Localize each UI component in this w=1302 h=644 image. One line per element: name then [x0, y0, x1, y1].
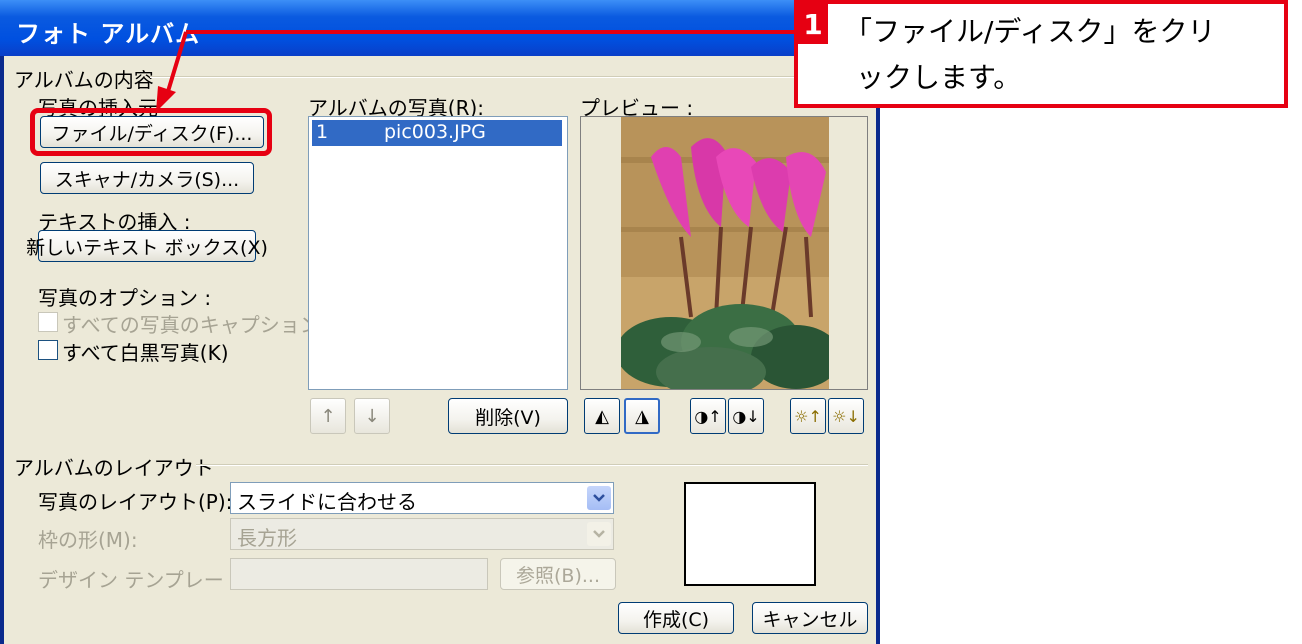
step-number-badge: 1 — [798, 4, 828, 44]
browse-button[interactable]: 参照(B)... — [500, 558, 616, 590]
bw-checkbox-label: すべて白黒写真(K) — [62, 341, 229, 365]
new-textbox-button[interactable]: 新しいテキスト ボックス(X) — [26, 230, 268, 262]
contrast-up-icon: ◑↑ — [694, 406, 722, 426]
caption-checkbox[interactable] — [38, 312, 58, 332]
cancel-button[interactable]: キャンセル — [752, 602, 868, 634]
design-template-input[interactable] — [230, 558, 488, 590]
move-up-arrow-icon: ↑ — [320, 405, 336, 427]
chevron-down-icon[interactable] — [587, 522, 611, 546]
move-down-arrow-icon: ↓ — [364, 405, 380, 427]
rotate-left-button[interactable]: ◭ — [584, 398, 620, 434]
frame-shape-select[interactable]: 長方形 — [230, 518, 614, 550]
create-button[interactable]: 作成(C) — [618, 602, 734, 634]
callout-line-1: 「ファイル/ディスク」をクリ — [844, 15, 1216, 48]
caption-checkbox-label: すべての写真のキャプション(A) — [62, 313, 350, 337]
move-up-button[interactable]: ↑ — [310, 398, 346, 434]
delete-button[interactable]: 削除(V) — [448, 398, 568, 434]
brightness-up-icon: ☼↑ — [794, 406, 822, 426]
brightness-down-button[interactable]: ☼↓ — [828, 398, 864, 434]
bw-checkbox[interactable] — [38, 340, 58, 360]
photo-options-label: 写真のオプション : — [38, 286, 212, 310]
rotate-right-button[interactable]: ◮ — [624, 398, 660, 434]
frame-shape-label: 枠の形(M): — [38, 528, 138, 552]
brightness-up-button[interactable]: ☼↑ — [790, 398, 826, 434]
group-divider — [196, 464, 868, 466]
callout-arrow — [156, 30, 794, 112]
photo-layout-value: スライドに合わせる — [237, 490, 417, 514]
scanner-camera-button[interactable]: スキャナ/カメラ(S)... — [40, 162, 254, 194]
photo-layout-label: 写真のレイアウト(P): — [38, 490, 233, 514]
callout-line-2: ックします。 — [856, 61, 1022, 94]
contrast-down-icon: ◑↓ — [732, 406, 760, 426]
photo-layout-select[interactable]: スライドに合わせる — [230, 482, 614, 514]
frame-shape-value: 長方形 — [237, 526, 297, 550]
brightness-down-icon: ☼↓ — [832, 406, 860, 426]
contrast-up-button[interactable]: ◑↑ — [690, 398, 726, 434]
rotate-right-icon: ◮ — [635, 405, 649, 427]
album-photos-list[interactable]: 1 pic003.JPG — [308, 116, 568, 390]
album-layout-group-label: アルバムのレイアウト — [14, 456, 214, 480]
rotate-left-icon: ◭ — [595, 405, 609, 427]
layout-preview — [684, 482, 816, 586]
move-down-button[interactable]: ↓ — [354, 398, 390, 434]
preview-photo — [621, 117, 829, 389]
chevron-down-icon[interactable] — [587, 486, 611, 510]
contrast-down-button[interactable]: ◑↓ — [728, 398, 764, 434]
preview-pane — [580, 116, 868, 390]
